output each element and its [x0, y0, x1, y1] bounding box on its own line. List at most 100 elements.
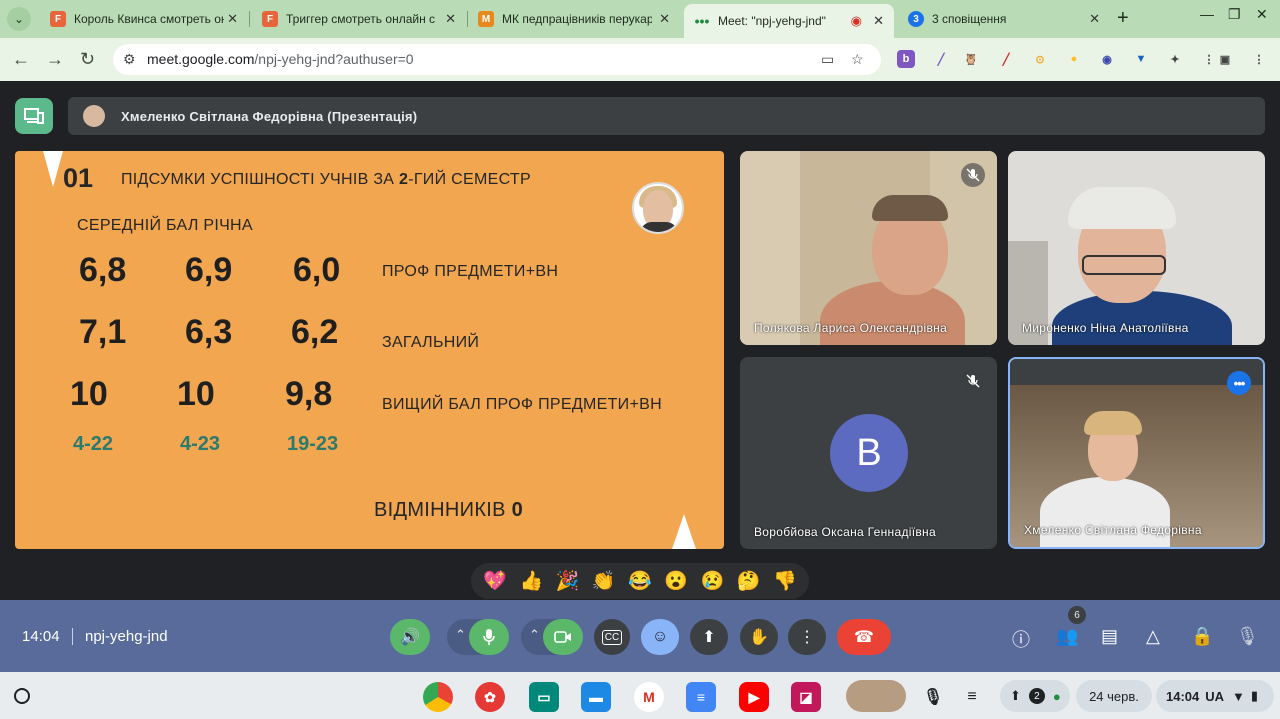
slide-value: 6,8 [79, 251, 127, 289]
leave-call-button[interactable]: ☎ [837, 619, 891, 655]
files-app-icon[interactable]: ▬ [581, 682, 611, 712]
people-icon[interactable]: 👥 [1056, 626, 1078, 647]
slide-value: 10 [70, 375, 108, 413]
extension-v-icon[interactable]: ▼ [1132, 50, 1150, 68]
info-icon[interactable]: ⓘ [1012, 626, 1030, 652]
participant-tile-active[interactable]: ••• Хмеленко Світлана Федорівна [1008, 357, 1265, 549]
back-icon[interactable]: ← [12, 49, 30, 70]
people-count-badge: 6 [1068, 606, 1086, 624]
captions-button[interactable]: CC [594, 619, 630, 655]
slide-number: 01 [63, 163, 94, 193]
presentation-slide: 01 ПІДСУМКИ УСПІШНОСТІ УЧНІВ ЗА 2-ГИЙ СЕ… [15, 151, 724, 549]
side-panel-icon[interactable]: ▣ [1216, 50, 1234, 68]
address-bar[interactable]: ⚙ meet.google.com/npj-yehg-jnd?authuser=… [113, 44, 881, 75]
reaction-heart-icon[interactable]: 💖 [483, 572, 507, 591]
chrome-app-icon[interactable] [423, 682, 453, 712]
tab-title: Король Квинса смотреть онлайн [74, 12, 224, 26]
tab-3[interactable]: M МК педпрацівників перукар ✕ [468, 0, 680, 38]
reaction-thumbs-up-icon[interactable]: 👍 [519, 572, 543, 591]
meeting-details-button[interactable] [15, 98, 53, 134]
raise-hand-button[interactable]: ✋ [740, 619, 778, 655]
extension-marker-icon[interactable]: ╱ [997, 50, 1015, 68]
speaker-button[interactable]: 🔊 [390, 619, 430, 655]
maximize-icon[interactable]: ❐ [1228, 6, 1241, 23]
emoji-button[interactable]: ☺ [641, 619, 679, 655]
present-button[interactable]: ⬆ [690, 619, 728, 655]
tab-2[interactable]: F Триггер смотреть онлайн с ✕ [252, 0, 466, 38]
close-icon[interactable]: ✕ [227, 11, 238, 27]
reaction-thinking-icon[interactable]: 🤔 [737, 572, 761, 591]
presentation-banner: Хмеленко Світлана Федорівна (Презентація… [68, 97, 1265, 135]
close-window-icon[interactable]: ✕ [1256, 6, 1268, 23]
menu-icon[interactable]: ⋮ [1250, 50, 1268, 68]
close-icon[interactable]: ✕ [659, 11, 670, 27]
more-options-button[interactable]: ⋮ [788, 619, 826, 655]
playlist-icon[interactable]: ≡ [957, 682, 987, 712]
participant-tile[interactable]: Полякова Лариса Олександрівна [740, 151, 997, 345]
url-text: meet.google.com/npj-yehg-jnd?authuser=0 [147, 51, 414, 67]
status-tray[interactable]: 14:04 UA ▼ ▮ [1156, 680, 1274, 712]
chat-icon[interactable]: ▤ [1101, 626, 1118, 647]
more-options-icon[interactable]: ••• [1227, 371, 1251, 395]
host-controls-icon[interactable]: 🔒 [1191, 626, 1213, 647]
reaction-clap-icon[interactable]: 👏 [592, 572, 616, 591]
youtube-app-icon[interactable]: ▶ [739, 682, 769, 712]
participant-tile[interactable]: Мироненко Ніна Анатоліївна [1008, 151, 1265, 345]
photos-app-icon[interactable]: ◪ [791, 682, 821, 712]
docs-app-icon[interactable]: ≡ [686, 682, 716, 712]
os-shelf: ✿ ▭ ▬ M ≡ ▶ ◪ 🎙 ≡ ⬆ 2 ● 24 черв. 14:04 U… [0, 672, 1280, 719]
meeting-controls: 14:04 npj-yehg-jnd 🔊 ⌃ ⌃ CC ☺ ⬆ ✋ ⋮ ☎ ⓘ … [0, 600, 1280, 672]
forward-icon[interactable]: → [46, 49, 64, 70]
date-tray[interactable]: 24 черв. [1076, 680, 1152, 712]
slide-value: 6,2 [291, 313, 339, 351]
reactions-bar: 💖 👍 🎉 👏 😂 😮 😢 🤔 👎 [471, 563, 809, 599]
speaker-icon: 🔊 [400, 629, 420, 646]
tab-search-button[interactable]: ⌄ [7, 7, 31, 31]
extension-b-icon[interactable]: b [897, 50, 915, 68]
minimize-icon[interactable]: — [1200, 6, 1214, 22]
reload-icon[interactable]: ↻ [80, 49, 95, 70]
tab-meet-active[interactable]: ••• Meet: "npj-yehg-jnd" ◉ ✕ [684, 4, 894, 38]
participant-hair [1084, 411, 1142, 435]
activities-icon[interactable]: △ [1146, 626, 1160, 647]
extension-bulb-icon[interactable]: ● [1065, 50, 1083, 68]
launcher-icon[interactable] [14, 688, 30, 704]
tab-1[interactable]: F Король Квинса смотреть онлайн ✕ [40, 0, 248, 38]
close-icon[interactable]: ✕ [873, 13, 884, 29]
tab-favicon: 3 [908, 11, 924, 27]
chevron-up-icon[interactable]: ⌃ [529, 627, 540, 643]
classroom-app-icon[interactable]: ▭ [529, 682, 559, 712]
reaction-sad-icon[interactable]: 😢 [701, 572, 725, 591]
close-icon[interactable]: ✕ [445, 11, 456, 27]
camera-button[interactable] [543, 619, 583, 655]
tab-favicon: M [478, 11, 494, 27]
bookmark-star-icon[interactable]: ☆ [851, 51, 864, 68]
extension-circle-icon[interactable]: ◉ [1098, 50, 1116, 68]
mic-disabled-icon[interactable]: 🎙 [1236, 626, 1259, 647]
camera-icon[interactable]: ▭ [821, 51, 834, 68]
microphone-icon [483, 629, 495, 645]
reaction-laugh-icon[interactable]: 😂 [628, 572, 652, 591]
tab-5[interactable]: 3 3 сповіщення ✕ [898, 0, 1110, 38]
chevron-up-icon[interactable]: ⌃ [455, 627, 466, 643]
extension-pen-icon[interactable]: ╱ [932, 50, 950, 68]
gmail-app-icon[interactable]: M [634, 682, 664, 712]
extension-owl-icon[interactable]: 🦉 [962, 50, 980, 68]
close-icon[interactable]: ✕ [1089, 11, 1100, 27]
slide-value: 6,0 [293, 251, 341, 289]
notifications-tray[interactable]: ⬆ 2 ● [1000, 680, 1070, 712]
palette-app-icon[interactable]: ✿ [475, 682, 505, 712]
microphone-button[interactable] [469, 619, 509, 655]
microphone-tray-icon[interactable]: 🎙 [918, 682, 948, 712]
slide-row-label: ВИЩИЙ БАЛ ПРОФ ПРЕДМЕТИ+ВН [382, 396, 662, 413]
extensions-puzzle-icon[interactable]: ✦ [1166, 50, 1184, 68]
extension-search-icon[interactable]: ⊙ [1031, 50, 1049, 68]
reaction-thumbs-down-icon[interactable]: 👎 [773, 572, 797, 591]
new-tab-button[interactable]: + [1117, 7, 1129, 30]
site-info-icon[interactable]: ⚙ [123, 51, 136, 68]
participant-tile[interactable]: B Воробйова Оксана Геннадіївна [740, 357, 997, 549]
window-thumbnails[interactable] [846, 680, 906, 712]
group-label: 19-23 [287, 433, 339, 455]
reaction-party-icon[interactable]: 🎉 [556, 572, 580, 591]
reaction-surprised-icon[interactable]: 😮 [664, 572, 688, 591]
